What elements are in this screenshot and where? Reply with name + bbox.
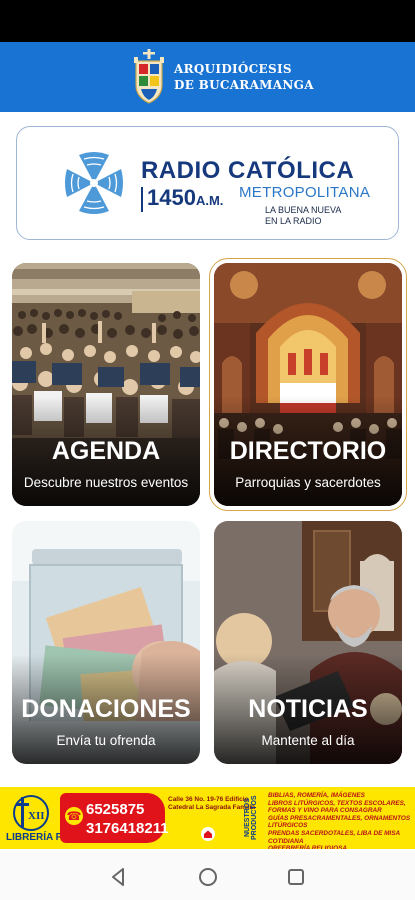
brand-text: ARQUIDIÓCESIS DE BUCARAMANGA <box>174 61 314 93</box>
directorio-tile[interactable]: DIRECTORIO Parroquias y sacerdotes <box>209 258 407 511</box>
agenda-title: AGENDA <box>51 437 161 465</box>
radio-frequency-number: 1450 <box>147 185 196 210</box>
ad-phone-block[interactable]: ☎ 6525875 3176418211 <box>60 793 215 843</box>
ad-phone-2: 3176418211 <box>86 820 169 837</box>
agenda-tile[interactable]: AGENDA Descubre nuestros eventos <box>12 263 200 506</box>
radio-catolica-banner[interactable]: RADIO CATÓLICA 1450A.M. METROPOLITANA LA… <box>16 126 399 240</box>
radio-subtitle: METROPOLITANA <box>239 184 371 201</box>
agenda-subtitle: Descubre nuestros eventos <box>23 475 189 490</box>
phone-icon: ☎ <box>65 807 83 825</box>
noticias-tile[interactable]: NOTICIAS Mantente al día <box>214 521 402 764</box>
status-bar <box>0 0 415 42</box>
ad-logo-xii-text: XII <box>28 810 45 822</box>
system-nav-bar <box>0 852 415 900</box>
noticias-subtitle: Mantente al día <box>261 733 355 748</box>
app-header: ARQUIDIÓCESIS DE BUCARAMANGA <box>0 42 415 112</box>
ad-products-list: BIBLIAS, ROMERÍA, IMÁGENES LIBROS LITÚRG… <box>268 792 411 849</box>
radio-tagline: LA BUENA NUEVA EN LA RADIO <box>265 205 342 226</box>
noticias-title: NOTICIAS <box>248 695 368 723</box>
radio-frequency-unit: A.M. <box>195 193 224 208</box>
directorio-title: DIRECTORIO <box>229 437 387 465</box>
brand-line-1: ARQUIDIÓCESIS <box>174 62 292 76</box>
brand-line-2: DE BUCARAMANGA <box>174 78 314 92</box>
donaciones-title: DONACIONES <box>21 695 191 723</box>
radio-title: RADIO CATÓLICA <box>141 157 355 184</box>
donaciones-tile[interactable]: DONACIONES Envía tu ofrenda <box>12 521 200 764</box>
header-brand[interactable]: ARQUIDIÓCESIS DE BUCARAMANGA <box>132 48 314 106</box>
radio-frequency: 1450A.M. <box>141 187 223 212</box>
donaciones-subtitle: Envía tu ofrenda <box>56 733 156 748</box>
house-icon <box>201 827 215 841</box>
radio-broadcast-icon <box>65 152 123 214</box>
ad-products-label: NUESTROS PRODUCTOS <box>244 795 258 841</box>
directorio-subtitle: Parroquias y sacerdotes <box>235 475 381 490</box>
libreria-pio-xii-ad-banner[interactable]: XII LIBRERÍA PIO XII ☎ 6525875 317641821… <box>0 787 415 849</box>
ad-phone-1: 6525875 <box>86 801 145 818</box>
archdiocese-crest-icon <box>134 49 164 104</box>
home-circle-icon[interactable] <box>197 866 219 888</box>
back-triangle-icon[interactable] <box>108 866 130 888</box>
recents-square-icon[interactable] <box>285 866 307 888</box>
